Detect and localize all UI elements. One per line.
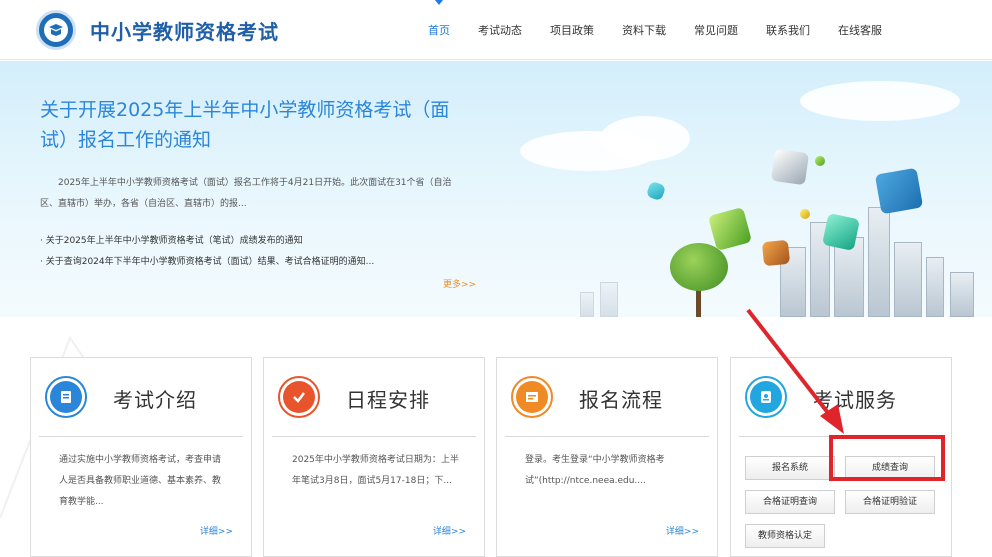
nav-item-faq[interactable]: 常见问题 <box>680 0 752 60</box>
schedule-check-icon <box>278 376 320 418</box>
card-header: 日程安排 <box>264 358 484 438</box>
highlight-box <box>829 435 945 481</box>
nav-item-exam-news[interactable]: 考试动态 <box>464 0 536 60</box>
info-cards: 考试介绍 通过实施中小学教师资格考试，考查申请人是否具备教师职业道德、基本素养、… <box>30 357 952 557</box>
certificate-verify-button[interactable]: 合格证明验证 <box>845 490 935 514</box>
detail-link[interactable]: 详细>> <box>666 524 699 537</box>
nav-item-online-service[interactable]: 在线客服 <box>824 0 896 60</box>
piano-cube-icon <box>770 148 810 186</box>
divider <box>505 436 709 437</box>
nav-item-home[interactable]: 首页 <box>414 0 464 60</box>
card-description: 2025年中小学教师资格考试日期为：上半年笔试3月8日，面试5月17-18日；下… <box>292 455 459 486</box>
detail-link[interactable]: 详细>> <box>433 524 466 537</box>
card-title[interactable]: 日程安排 <box>346 384 430 413</box>
teal-cube-icon <box>822 213 860 251</box>
nav-item-policies[interactable]: 项目政策 <box>536 0 608 60</box>
building-decoration <box>894 242 922 317</box>
registration-icon <box>511 376 553 418</box>
card-registration: 报名流程 登录。考生登录“中小学教师资格考试”(http://ntce.neea… <box>496 357 718 557</box>
teacher-qualification-button[interactable]: 教师资格认定 <box>745 524 825 548</box>
site-logo-icon[interactable] <box>36 10 76 50</box>
nav-item-downloads[interactable]: 资料下载 <box>608 0 680 60</box>
small-cube-icon <box>815 156 825 166</box>
small-cube-icon <box>800 209 810 219</box>
card-schedule: 日程安排 2025年中小学教师资格考试日期为：上半年笔试3月8日，面试5月17-… <box>263 357 485 557</box>
card-description: 通过实施中小学教师资格考试，考查申请人是否具备教师职业道德、基本素养、教育教学能… <box>59 455 222 507</box>
green-cube-icon <box>707 206 753 252</box>
building-decoration <box>600 282 618 317</box>
main-nav: 首页 考试动态 项目政策 资料下载 常见问题 联系我们 在线客服 <box>414 0 896 60</box>
tree-icon <box>670 243 728 291</box>
site-title[interactable]: 中小学教师资格考试 <box>90 16 279 45</box>
card-exam-intro: 考试介绍 通过实施中小学教师资格考试，考查申请人是否具备教师职业道德、基本素养、… <box>30 357 252 557</box>
card-description: 登录。考生登录“中小学教师资格考试”(http://ntce.neea.edu.… <box>525 455 665 486</box>
card-title[interactable]: 考试介绍 <box>113 384 197 413</box>
site-header: 中小学教师资格考试 首页 考试动态 项目政策 资料下载 常见问题 联系我们 在线… <box>0 0 992 60</box>
card-header: 考试服务 <box>731 358 951 438</box>
divider <box>39 436 243 437</box>
hero-banner: 关于开展2025年上半年中小学教师资格考试（面试）报名工作的通知 2025年上半… <box>0 61 992 317</box>
news-link[interactable]: 关于2025年上半年中小学教师资格考试（笔试）成绩发布的通知 <box>40 231 470 252</box>
building-decoration <box>950 272 974 317</box>
banner-headline[interactable]: 关于开展2025年上半年中小学教师资格考试（面试）报名工作的通知 <box>40 95 470 155</box>
detail-link[interactable]: 详细>> <box>200 524 233 537</box>
exam-intro-icon <box>45 376 87 418</box>
card-title[interactable]: 考试服务 <box>813 384 897 413</box>
more-link[interactable]: 更多>> <box>443 277 476 290</box>
banner-news-list: 关于2025年上半年中小学教师资格考试（笔试）成绩发布的通知 关于查询2024年… <box>40 231 470 273</box>
registration-system-button[interactable]: 报名系统 <box>745 456 835 480</box>
card-header: 报名流程 <box>497 358 717 438</box>
banner-summary: 2025年上半年中小学教师资格考试（面试）报名工作将于4月21日开始。此次面试在… <box>40 178 452 209</box>
news-link[interactable]: 关于查询2024年下半年中小学教师资格考试（面试）结果、考试合格证明的通知... <box>40 252 470 273</box>
music-cube-icon <box>874 167 924 215</box>
service-contact-icon <box>745 376 787 418</box>
certificate-query-button[interactable]: 合格证明查询 <box>745 490 835 514</box>
card-header: 考试介绍 <box>31 358 251 438</box>
banner-illustration <box>480 61 992 317</box>
divider <box>272 436 476 437</box>
building-decoration <box>868 207 890 317</box>
radio-cube-icon <box>761 239 791 267</box>
building-decoration <box>926 257 944 317</box>
nav-item-contact[interactable]: 联系我们 <box>752 0 824 60</box>
card-title[interactable]: 报名流程 <box>579 384 663 413</box>
small-cube-icon <box>645 180 667 202</box>
building-decoration <box>580 292 594 317</box>
